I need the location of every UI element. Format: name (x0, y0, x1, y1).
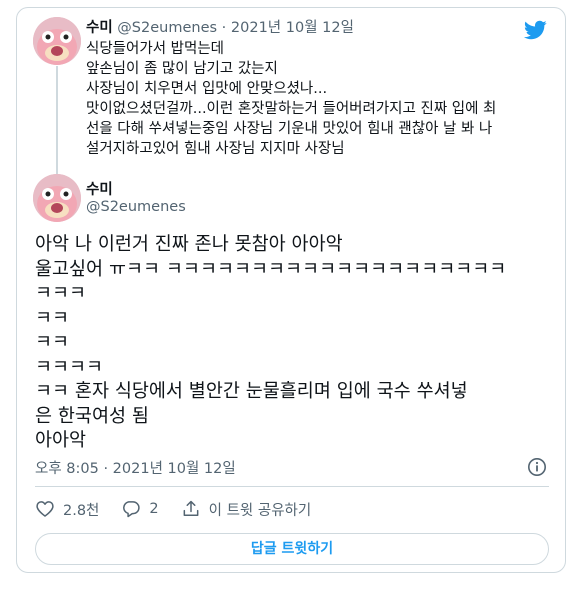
reply-tweet-button[interactable]: 답글 트윗하기 (35, 533, 549, 565)
tweet-actions: 2.8천 2 이 트윗 공유하기 (35, 497, 333, 521)
thread-line (56, 66, 58, 174)
tweet-line: ㅋㅋ (35, 332, 70, 353)
tweet-line: ㅋㅋㅋㅋ (35, 356, 104, 378)
main-tweet-text: 아악 나 이런거 진짜 존나 못참아 아아악 울고싶어 ㅠㅋㅋ ㅋㅋㅋㅋㅋㅋㅋㅋ… (35, 233, 555, 454)
tweet-embed-card: 수미 @S2eumenes · 2021년 10월 12일 식당들어가서 밥먹는… (16, 7, 566, 573)
tweet-line: 선을 다해 쑤셔넣는중임 사장님 기운내 맛있어 힘내 괜찮아 날 봐 나 (86, 121, 493, 137)
slowpoke-avatar-icon (33, 174, 81, 222)
tweet-line: 맛이없으셨던걸까...이런 혼잣말하는거 들어버려가지고 진짜 입에 최 (86, 101, 497, 117)
like-button[interactable]: 2.8천 (35, 499, 99, 520)
avatar[interactable] (33, 174, 81, 222)
slowpoke-avatar-icon (33, 17, 81, 65)
separator: · (221, 20, 227, 36)
tweet-line: 설거지하고있어 힘내 사장님 지지마 사장님 (86, 141, 345, 157)
info-icon[interactable] (527, 457, 547, 477)
main-tweet-handle[interactable]: @S2eumenes (86, 199, 186, 215)
heart-icon (36, 501, 54, 517)
share-icon (183, 500, 199, 516)
tweet-line: ㅋㅋ (35, 307, 70, 329)
share-button[interactable]: 이 트윗 공유하기 (181, 499, 312, 520)
previous-tweet-text: 식당들어가서 밥먹는데 앞손님이 좀 많이 남기고 갔는지 사장님이 치우면서 … (86, 39, 556, 159)
tweet-line: ㅋㅋㅋ (35, 283, 87, 304)
tweet-line: 사장님이 치우면서 입맛에 안맞으셨나... (86, 81, 328, 97)
reply-count: 2 (149, 501, 159, 517)
reply-bubble-icon (123, 501, 141, 518)
tweet-timestamp[interactable]: 오후 8:05 · 2021년 10월 12일 (35, 457, 236, 478)
previous-tweet-date[interactable]: 2021년 10월 12일 (231, 20, 354, 36)
tweet-line: 은 한국여성 됨 (35, 405, 149, 427)
previous-tweet-header: 수미 @S2eumenes · 2021년 10월 12일 (86, 18, 354, 38)
previous-tweet-name[interactable]: 수미 (86, 20, 113, 36)
avatar[interactable] (33, 17, 81, 65)
tweet-line: 아아악 (35, 430, 87, 451)
tweet-line: 식당들어가서 밥먹는데 (86, 41, 225, 57)
previous-tweet-handle[interactable]: @S2eumenes (117, 20, 217, 36)
reply-action-button[interactable]: 2 (121, 499, 159, 519)
tweet-line: 울고싶어 ㅠㅋㅋ ㅋㅋㅋㅋㅋㅋㅋㅋㅋㅋㅋㅋㅋㅋㅋㅋㅋㅋㅋㅋ (35, 258, 507, 280)
main-tweet-name[interactable]: 수미 (86, 178, 113, 199)
tweet-line: 아악 나 이런거 진짜 존나 못참아 아아악 (35, 234, 343, 255)
tweet-line: ㅋㅋ 혼자 식당에서 별안간 눈물흘리며 입에 국수 쑤셔넣 (35, 381, 468, 402)
share-label: 이 트윗 공유하기 (208, 502, 312, 519)
divider (35, 486, 549, 487)
tweet-line: 앞손님이 좀 많이 남기고 갔는지 (86, 61, 278, 77)
like-count: 2.8천 (63, 502, 100, 519)
